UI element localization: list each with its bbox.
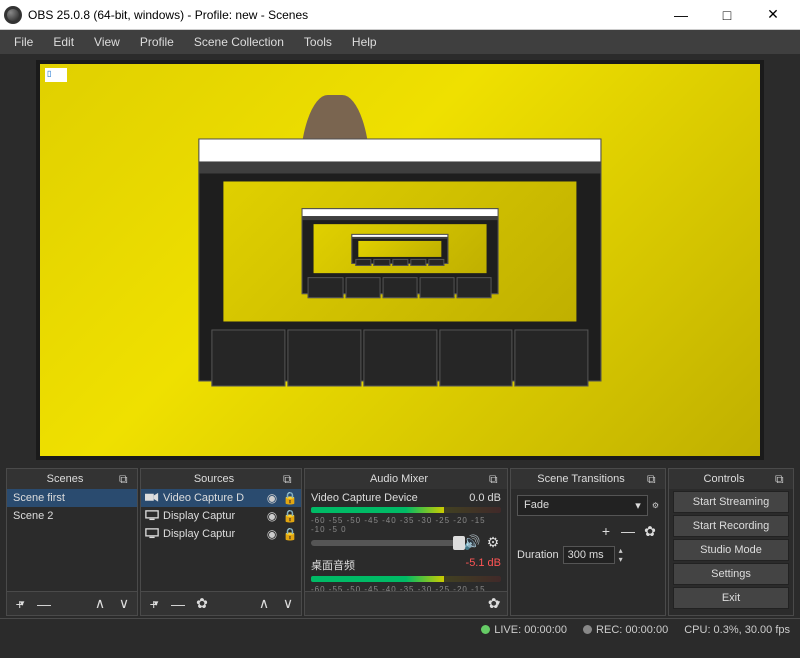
cpu-status: CPU: 0.3%, 30.00 fps xyxy=(684,624,790,636)
preview-area[interactable]: ▯ xyxy=(36,60,764,460)
maximize-button[interactable]: □ xyxy=(704,0,750,30)
menu-edit[interactable]: Edit xyxy=(43,33,84,51)
channel-db: -5.1 dB xyxy=(466,557,501,573)
menu-tools[interactable]: Tools xyxy=(294,33,342,51)
rec-indicator-icon xyxy=(583,625,592,634)
scene-item[interactable]: Scene 2 xyxy=(7,507,137,525)
move-down-icon[interactable]: ∨ xyxy=(279,595,297,613)
lock-icon[interactable]: 🔒 xyxy=(283,491,297,505)
duration-input[interactable]: 300 ms xyxy=(563,546,615,564)
source-item[interactable]: Display Captur ◉ 🔒 xyxy=(141,525,301,543)
visibility-icon[interactable]: ◉ xyxy=(265,509,279,523)
meter-ticks: -60 -55 -50 -45 -40 -35 -30 -25 -20 -15 … xyxy=(311,516,501,534)
window-titlebar: OBS 25.0.8 (64-bit, windows) - Profile: … xyxy=(0,0,800,30)
window-title: OBS 25.0.8 (64-bit, windows) - Profile: … xyxy=(28,8,658,22)
audio-mixer-panel: Audio Mixer ⧉ Video Capture Device 0.0 d… xyxy=(304,468,508,616)
popout-icon[interactable]: ⧉ xyxy=(283,472,297,486)
menu-bar: File Edit View Profile Scene Collection … xyxy=(0,30,800,54)
source-tag: ▯ xyxy=(45,68,67,82)
studio-mode-button[interactable]: Studio Mode xyxy=(673,539,789,561)
scenes-header: Scenes xyxy=(11,473,119,485)
transition-gear-icon[interactable]: ⚙ xyxy=(652,501,659,510)
menu-profile[interactable]: Profile xyxy=(130,33,184,51)
popout-icon[interactable]: ⧉ xyxy=(775,472,789,486)
status-bar: LIVE: 00:00:00 REC: 00:00:00 CPU: 0.3%, … xyxy=(0,618,800,640)
remove-scene-button[interactable]: — xyxy=(35,595,53,613)
channel-name: Video Capture Device xyxy=(311,492,418,504)
scenes-list[interactable]: Scene first Scene 2 xyxy=(7,489,137,591)
close-button[interactable]: ✕ xyxy=(750,0,796,30)
add-source-button[interactable]: +▾ xyxy=(145,595,163,613)
move-up-icon[interactable]: ∧ xyxy=(91,595,109,613)
sources-header: Sources xyxy=(145,473,283,485)
level-meter xyxy=(311,507,501,513)
source-item[interactable]: Display Captur ◉ 🔒 xyxy=(141,507,301,525)
visibility-icon[interactable]: ◉ xyxy=(265,491,279,505)
exit-button[interactable]: Exit xyxy=(673,587,789,609)
transition-select[interactable]: Fade ▾ xyxy=(517,495,648,516)
controls-header: Controls xyxy=(673,473,775,485)
start-streaming-button[interactable]: Start Streaming xyxy=(673,491,789,513)
popout-icon[interactable]: ⧉ xyxy=(489,472,503,486)
sources-panel: Sources ⧉ Video Capture D ◉ 🔒 Display Ca… xyxy=(140,468,302,616)
chevron-down-icon: ▾ xyxy=(635,499,641,512)
channel-db: 0.0 dB xyxy=(469,492,501,504)
gear-icon[interactable]: ⚙ xyxy=(485,534,501,551)
mixer-channel: Video Capture Device 0.0 dB -60 -55 -50 … xyxy=(305,489,507,554)
settings-button[interactable]: Settings xyxy=(673,563,789,585)
transitions-header: Scene Transitions xyxy=(515,473,647,485)
remove-source-button[interactable]: — xyxy=(169,595,187,613)
menu-view[interactable]: View xyxy=(84,33,130,51)
scene-item[interactable]: Scene first xyxy=(7,489,137,507)
volume-slider[interactable] xyxy=(311,540,457,546)
mixer-header: Audio Mixer xyxy=(309,473,489,485)
live-indicator-icon xyxy=(481,625,490,634)
source-item[interactable]: Video Capture D ◉ 🔒 xyxy=(141,489,301,507)
menu-help[interactable]: Help xyxy=(342,33,387,51)
level-meter xyxy=(311,576,501,582)
controls-panel: Controls ⧉ Start Streaming Start Recordi… xyxy=(668,468,794,616)
transitions-panel: Scene Transitions ⧉ Fade ▾ ⚙ + — ✿ Durat… xyxy=(510,468,666,616)
sources-list[interactable]: Video Capture D ◉ 🔒 Display Captur ◉ 🔒 D… xyxy=(141,489,301,591)
visibility-icon[interactable]: ◉ xyxy=(265,527,279,541)
menu-file[interactable]: File xyxy=(4,33,43,51)
duration-label: Duration xyxy=(517,549,559,561)
start-recording-button[interactable]: Start Recording xyxy=(673,515,789,537)
remove-transition-button[interactable]: — xyxy=(619,522,637,540)
spin-down-icon[interactable]: ▾ xyxy=(619,555,623,564)
menu-scene-collection[interactable]: Scene Collection xyxy=(184,33,294,51)
source-settings-button[interactable]: ✿ xyxy=(193,595,211,613)
popout-icon[interactable]: ⧉ xyxy=(119,472,133,486)
app-icon xyxy=(4,6,22,24)
monitor-icon xyxy=(145,510,159,522)
lock-icon[interactable]: 🔒 xyxy=(283,509,297,523)
mixer-settings-button[interactable]: ✿▾ xyxy=(485,595,503,613)
minimize-button[interactable]: — xyxy=(658,0,704,30)
add-transition-button[interactable]: + xyxy=(597,522,615,540)
scenes-panel: Scenes ⧉ Scene first Scene 2 +▾ — ∧ ∨ xyxy=(6,468,138,616)
mixer-channel: 桌面音频 -5.1 dB -60 -55 -50 -45 -40 -35 -30… xyxy=(305,554,507,591)
lock-icon[interactable]: 🔒 xyxy=(283,527,297,541)
speaker-icon[interactable]: 🔊 xyxy=(463,534,479,551)
monitor-icon xyxy=(145,528,159,540)
camera-icon xyxy=(145,492,159,504)
channel-name: 桌面音频 xyxy=(311,557,355,573)
spin-up-icon[interactable]: ▴ xyxy=(619,546,623,555)
popout-icon[interactable]: ⧉ xyxy=(647,472,661,486)
move-up-icon[interactable]: ∧ xyxy=(255,595,273,613)
transition-props-button[interactable]: ✿ xyxy=(641,522,659,540)
add-scene-button[interactable]: +▾ xyxy=(11,595,29,613)
move-down-icon[interactable]: ∨ xyxy=(115,595,133,613)
